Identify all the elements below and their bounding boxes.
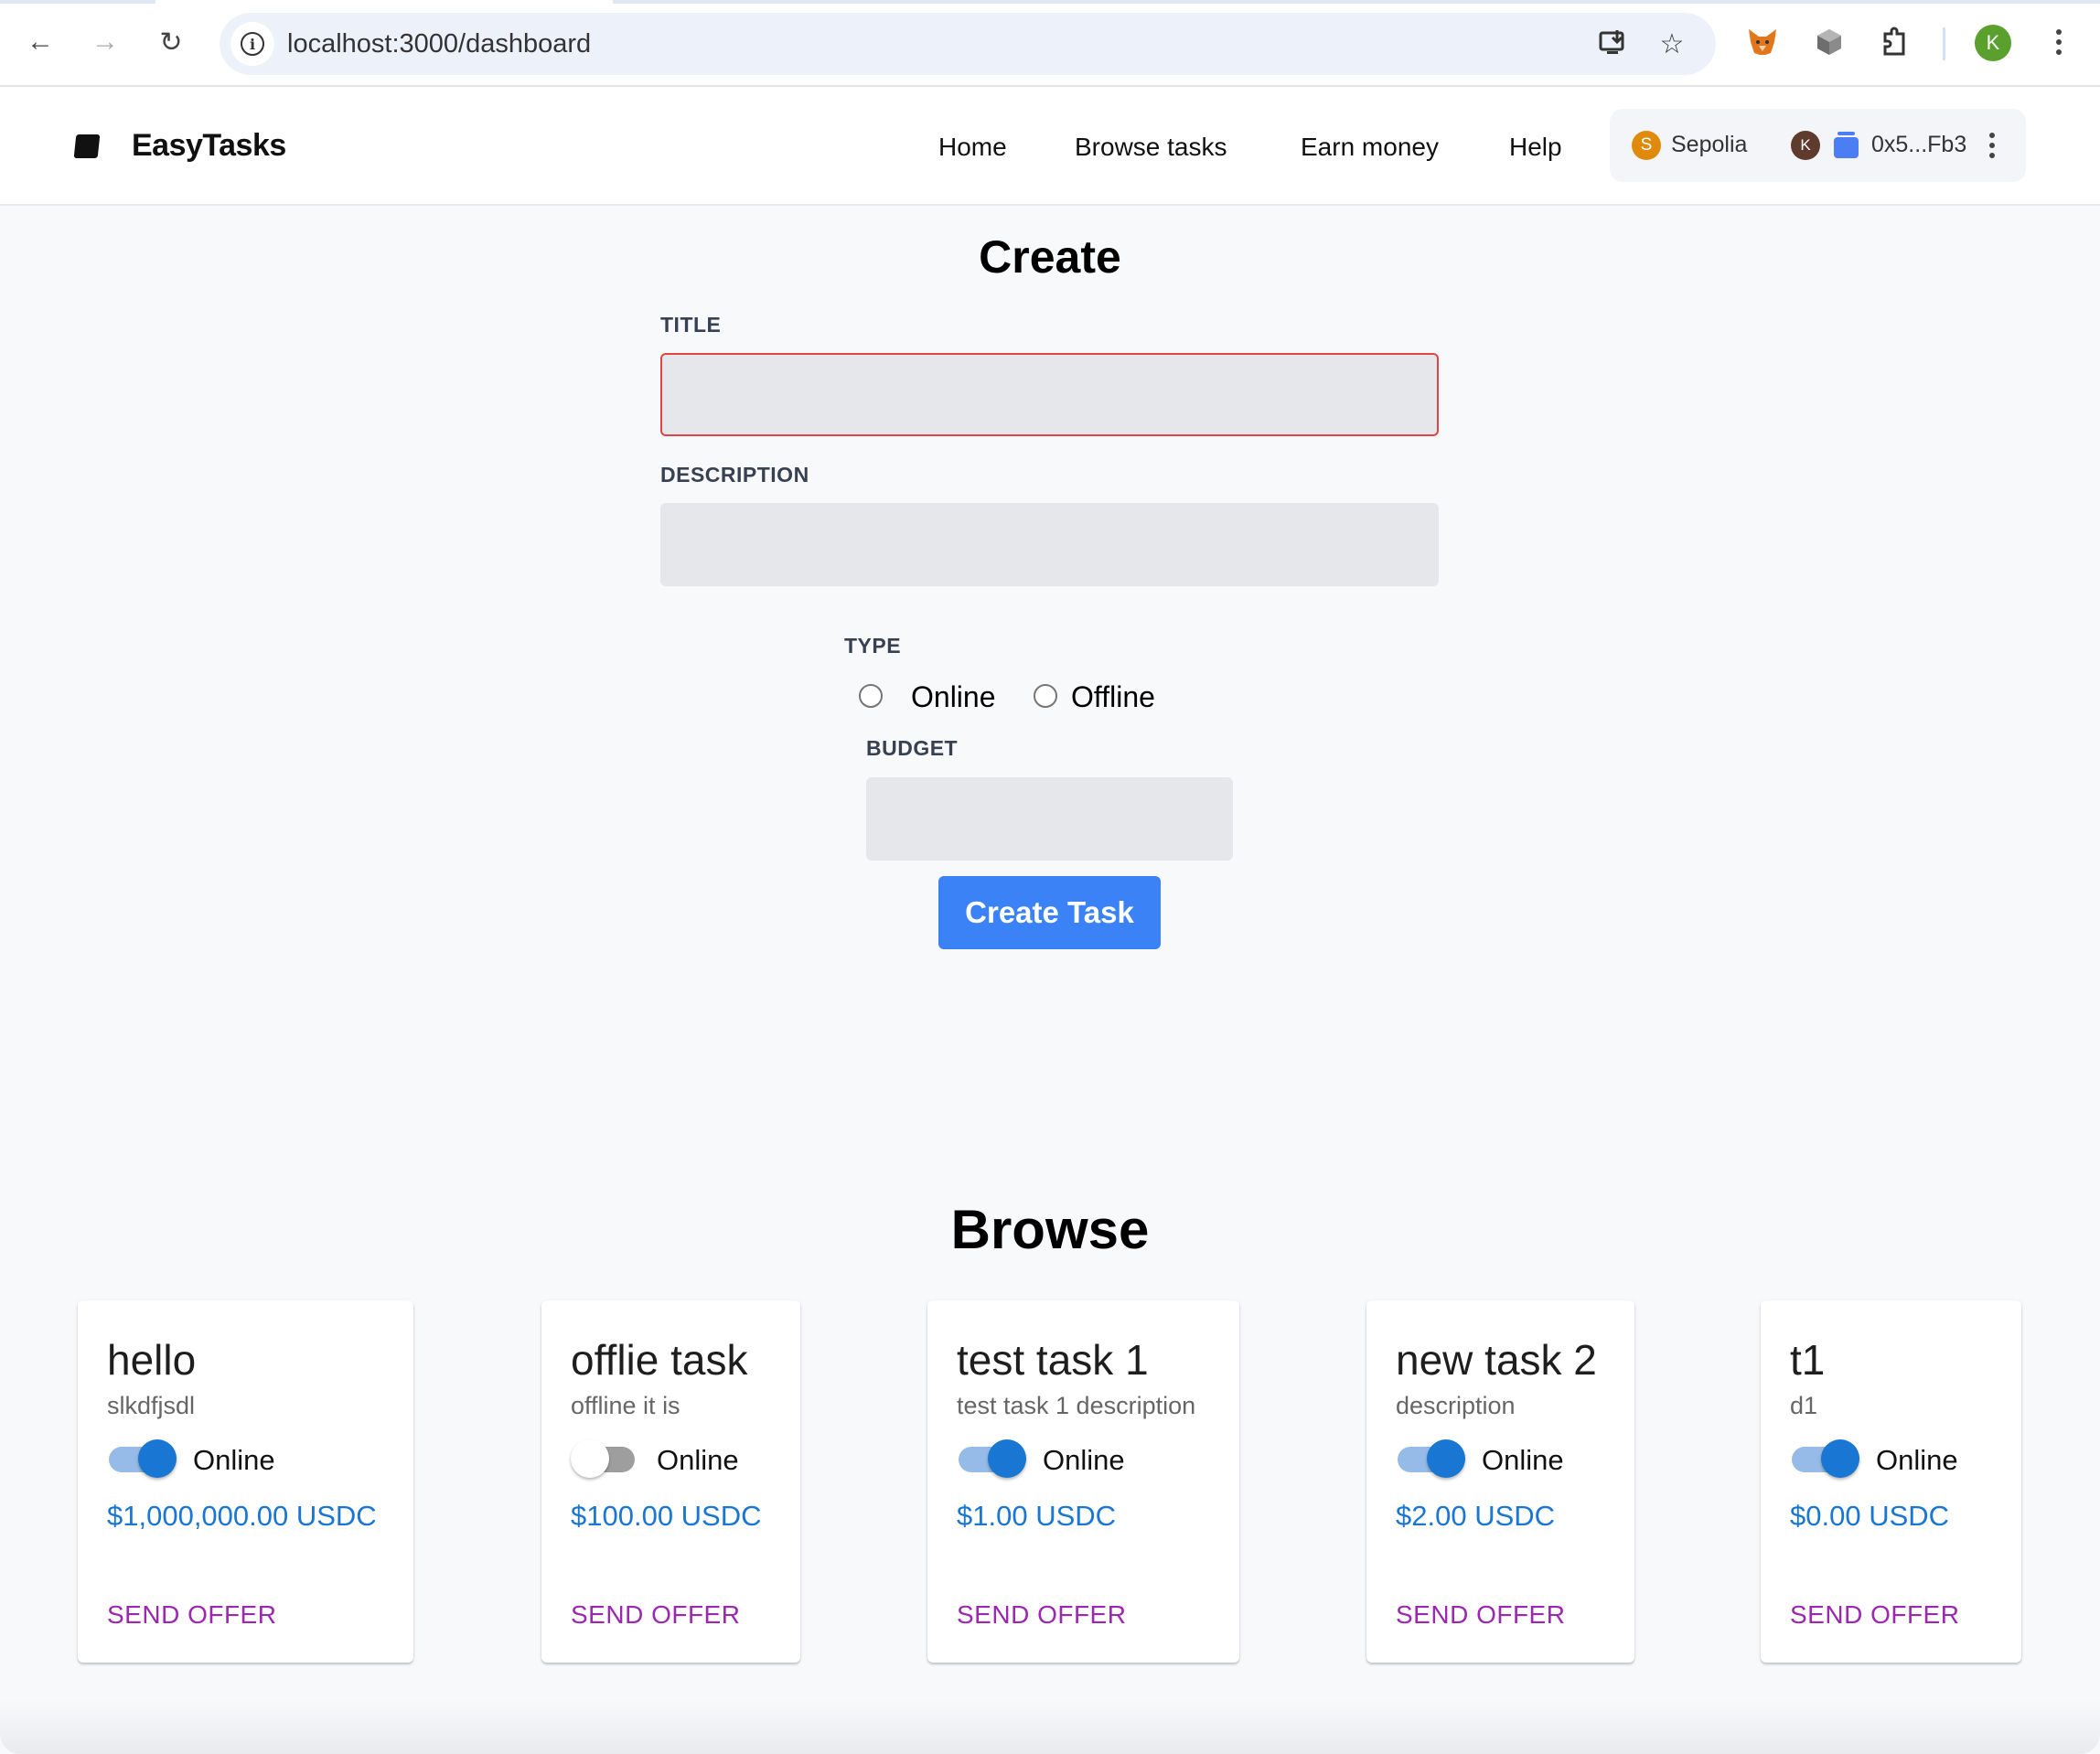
- nav-earn-money[interactable]: Earn money: [1301, 133, 1439, 162]
- create-task-button[interactable]: Create Task: [938, 876, 1161, 949]
- address-bar[interactable]: i localhost:3000/dashboard ☆: [220, 13, 1716, 75]
- browser-toolbar: ← → ↻ i localhost:3000/dashboard ☆ K: [0, 0, 2100, 87]
- create-heading: Create: [979, 231, 1121, 283]
- online-toggle-label: Online: [1482, 1444, 1564, 1476]
- wallet-menu-button[interactable]: [1985, 125, 1999, 166]
- account-avatar: K: [1791, 131, 1820, 160]
- title-label: TITLE: [660, 313, 722, 337]
- online-toggle-label: Online: [1043, 1444, 1125, 1476]
- wallet-icon: [1834, 132, 1859, 158]
- wallet-address[interactable]: 0x5...Fb3: [1871, 132, 1966, 158]
- online-toggle-label: Online: [657, 1444, 739, 1476]
- online-toggle[interactable]: [1790, 1439, 1859, 1480]
- wallet-widget[interactable]: S Sepolia K 0x5...Fb3: [1610, 109, 2026, 182]
- toolbar-separator: [1943, 27, 1945, 60]
- title-input[interactable]: [660, 353, 1439, 436]
- forward-button[interactable]: →: [85, 22, 125, 62]
- task-price: $1,000,000.00 USDC: [107, 1500, 377, 1532]
- nav-browse-tasks[interactable]: Browse tasks: [1075, 133, 1227, 162]
- brand-name[interactable]: EasyTasks: [132, 128, 286, 164]
- url-text[interactable]: localhost:3000/dashboard: [287, 29, 591, 59]
- window-bottom-edge: [0, 1701, 2100, 1754]
- install-app-icon[interactable]: [1597, 27, 1630, 60]
- task-price: $2.00 USDC: [1396, 1500, 1556, 1532]
- app-header: EasyTasks Home Browse tasks Earn money H…: [0, 87, 2100, 206]
- site-info-button[interactable]: i: [230, 22, 274, 66]
- task-description: test task 1 description: [957, 1392, 1196, 1419]
- description-input[interactable]: [660, 503, 1439, 586]
- type-online-label[interactable]: Online: [911, 680, 996, 714]
- arrow-left-icon: ←: [27, 27, 54, 57]
- task-price: $0.00 USDC: [1790, 1500, 1950, 1532]
- network-name[interactable]: Sepolia: [1671, 132, 1747, 158]
- back-button[interactable]: ←: [20, 22, 60, 62]
- browser-menu-button[interactable]: [2045, 22, 2073, 62]
- metamask-fox-icon[interactable]: [1742, 22, 1783, 62]
- online-toggle-label: Online: [1876, 1444, 1958, 1476]
- task-title: offlie task: [571, 1336, 748, 1384]
- info-icon: i: [241, 32, 264, 56]
- task-card: hello slkdfjsdl Online $1,000,000.00 USD…: [78, 1300, 413, 1663]
- type-online-radio[interactable]: [859, 684, 883, 708]
- task-title: hello: [107, 1336, 197, 1384]
- network-icon: S: [1632, 131, 1661, 160]
- browse-heading: Browse: [950, 1199, 1150, 1260]
- online-toggle[interactable]: [107, 1439, 177, 1480]
- description-label: DESCRIPTION: [660, 463, 809, 487]
- online-toggle[interactable]: [1396, 1439, 1465, 1480]
- send-offer-button[interactable]: SEND OFFER: [1396, 1600, 1565, 1630]
- task-title: new task 2: [1396, 1336, 1597, 1384]
- task-price: $100.00 USDC: [571, 1500, 762, 1532]
- logo-icon[interactable]: [73, 134, 101, 158]
- task-title: t1: [1790, 1336, 1826, 1384]
- type-offline-label[interactable]: Offline: [1071, 680, 1155, 714]
- profile-avatar[interactable]: K: [1975, 25, 2011, 61]
- online-toggle[interactable]: [571, 1439, 640, 1480]
- active-tab[interactable]: [155, 0, 613, 4]
- task-description: offline it is: [571, 1392, 680, 1419]
- task-description: description: [1396, 1392, 1516, 1419]
- star-icon[interactable]: ☆: [1655, 27, 1688, 60]
- task-title: test task 1: [957, 1336, 1149, 1384]
- budget-label: BUDGET: [866, 736, 959, 760]
- puzzle-extensions-icon[interactable]: [1875, 22, 1915, 62]
- nav-help[interactable]: Help: [1509, 133, 1562, 162]
- reload-button[interactable]: ↻: [151, 22, 191, 62]
- tab-strip: [0, 0, 2100, 4]
- task-card: t1 d1 Online $0.00 USDC SEND OFFER: [1761, 1300, 2021, 1663]
- task-description: slkdfjsdl: [107, 1392, 196, 1419]
- send-offer-button[interactable]: SEND OFFER: [957, 1600, 1126, 1630]
- reload-icon: ↻: [159, 27, 183, 58]
- send-offer-button[interactable]: SEND OFFER: [571, 1600, 740, 1630]
- send-offer-button[interactable]: SEND OFFER: [107, 1600, 276, 1630]
- arrow-right-icon: →: [91, 27, 119, 57]
- task-price: $1.00 USDC: [957, 1500, 1117, 1532]
- type-offline-radio[interactable]: [1034, 684, 1057, 708]
- send-offer-button[interactable]: SEND OFFER: [1790, 1600, 1959, 1630]
- budget-input[interactable]: [866, 777, 1233, 861]
- task-description: d1: [1790, 1392, 1818, 1419]
- online-toggle[interactable]: [957, 1439, 1026, 1480]
- type-label: TYPE: [844, 634, 902, 658]
- nav-home[interactable]: Home: [938, 133, 1007, 162]
- cube-extension-icon[interactable]: [1809, 22, 1849, 62]
- task-card: offlie task offline it is Online $100.00…: [541, 1300, 800, 1663]
- task-card: new task 2 description Online $2.00 USDC…: [1366, 1300, 1634, 1663]
- task-card: test task 1 test task 1 description Onli…: [927, 1300, 1239, 1663]
- online-toggle-label: Online: [193, 1444, 275, 1476]
